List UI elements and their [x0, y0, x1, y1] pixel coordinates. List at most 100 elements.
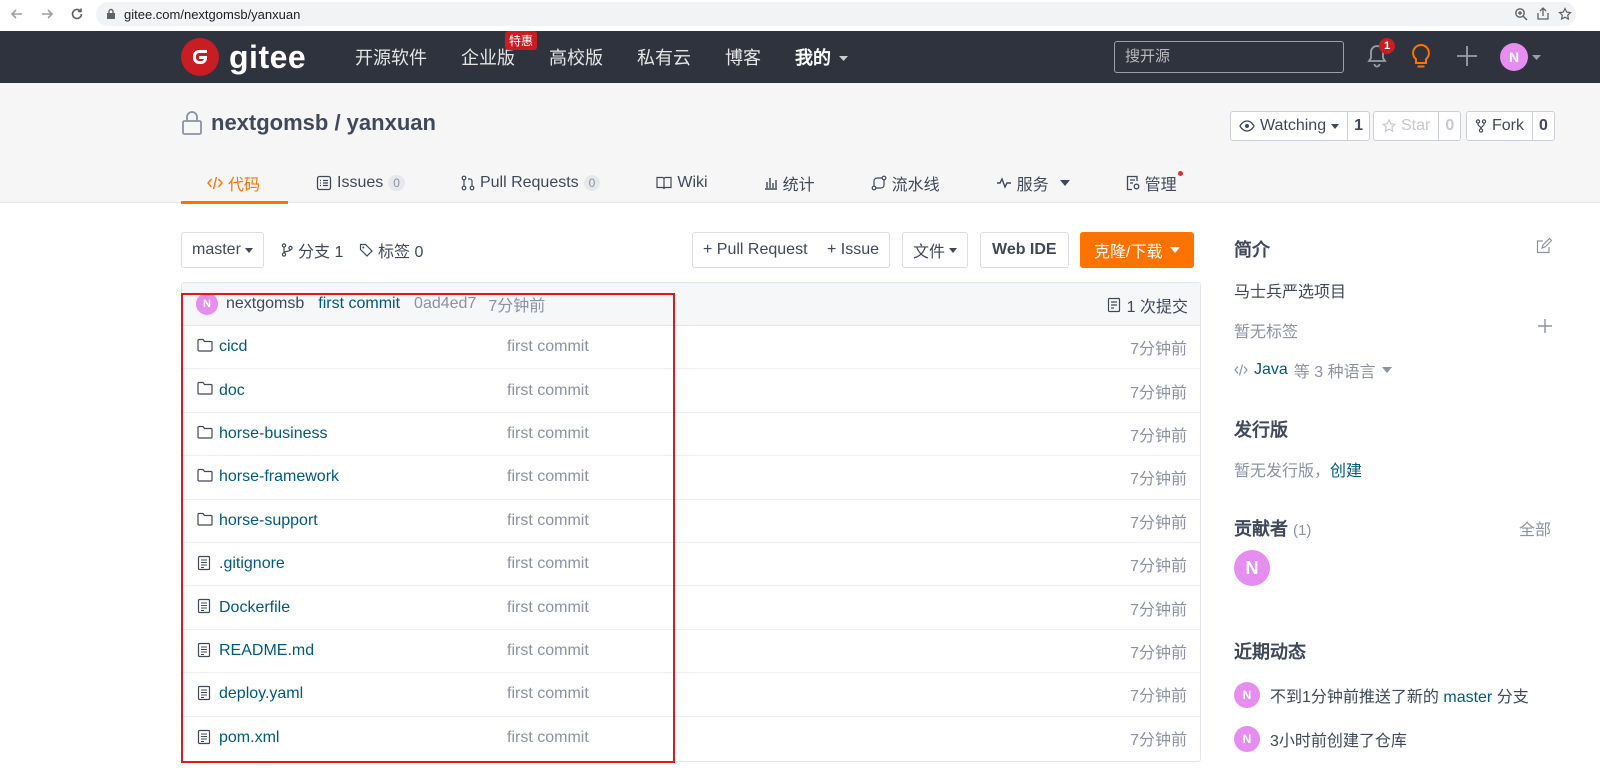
file-commit-message[interactable]: first commit [507, 468, 589, 486]
all-contributors-link[interactable]: 全部 [1519, 516, 1551, 540]
code-icon [1234, 364, 1248, 376]
activity-branch-link[interactable]: master [1443, 689, 1492, 706]
plus-icon[interactable] [1456, 45, 1478, 67]
file-commit-message[interactable]: first commit [507, 599, 589, 617]
user-avatar[interactable]: N [1500, 43, 1528, 71]
file-row[interactable]: deploy.yaml first commit 7分钟前 [182, 673, 1200, 717]
file-commit-message[interactable]: first commit [507, 729, 589, 747]
no-tags-text: 暂无标签 [1234, 324, 1299, 341]
nav-private-cloud[interactable]: 私有云 [637, 44, 691, 70]
issues-icon [316, 175, 332, 191]
commit-author[interactable]: nextgomsb [226, 295, 304, 313]
activity-avatar[interactable]: N [1234, 682, 1260, 708]
file-row[interactable]: Dockerfile first commit 7分钟前 [182, 586, 1200, 630]
file-commit-message[interactable]: first commit [507, 338, 589, 356]
fork-button[interactable]: Fork [1466, 111, 1533, 141]
file-commit-message[interactable]: first commit [507, 512, 589, 530]
file-name-link[interactable]: doc [219, 382, 245, 400]
clone-download-button[interactable]: 克隆/下载 [1080, 232, 1195, 268]
tab-services[interactable]: 服务 [968, 163, 1098, 203]
clone-download-label: 克隆/下载 [1094, 244, 1163, 261]
repo-description: 马士兵严选项目 [1234, 284, 1347, 301]
file-row[interactable]: .gitignore first commit 7分钟前 [182, 543, 1200, 587]
new-issue-button[interactable]: + Issue [817, 232, 891, 268]
bookmark-star-icon[interactable] [1558, 7, 1572, 21]
search-input[interactable]: 搜开源 [1114, 41, 1344, 73]
file-name-link[interactable]: horse-framework [219, 468, 339, 486]
address-bar[interactable]: gitee.com/nextgomsb/yanxuan [96, 2, 1576, 26]
file-commit-message[interactable]: first commit [507, 555, 589, 573]
languages-dropdown[interactable]: Java 等 3 种语言 [1234, 358, 1392, 382]
file-name-link[interactable]: horse-support [219, 512, 318, 530]
nav-education[interactable]: 高校版 [549, 44, 603, 70]
tab-wiki[interactable]: Wiki [628, 163, 735, 203]
file-commit-time: 7分钟前 [1130, 427, 1187, 445]
tags-link[interactable]: 标签 0 [359, 232, 423, 268]
add-tag-icon[interactable] [1538, 319, 1552, 333]
edit-icon[interactable] [1536, 238, 1552, 254]
nav-enterprise[interactable]: 企业版 特惠 [461, 31, 538, 70]
forward-icon[interactable] [34, 1, 60, 27]
watch-button[interactable]: Watching [1230, 111, 1349, 141]
branches-link[interactable]: 分支 1 [281, 232, 343, 268]
commits-count-link[interactable]: 1 次提交 [1107, 283, 1188, 326]
watch-count[interactable]: 1 [1348, 111, 1371, 141]
share-icon[interactable] [1536, 7, 1550, 21]
contributor-avatar[interactable]: N [1234, 550, 1270, 586]
new-pull-request-button[interactable]: + Pull Request [692, 232, 819, 268]
tab-stats[interactable]: 统计 [736, 163, 843, 203]
file-row[interactable]: horse-framework first commit 7分钟前 [182, 456, 1200, 500]
tab-code[interactable]: 代码 [181, 163, 289, 204]
tab-pipeline[interactable]: 流水线 [843, 163, 968, 203]
file-name-link[interactable]: README.md [219, 642, 314, 660]
file-name-link[interactable]: .gitignore [219, 555, 285, 573]
nav-blog[interactable]: 博客 [725, 44, 761, 70]
file-row[interactable]: pom.xml first commit 7分钟前 [182, 717, 1200, 760]
commit-message[interactable]: first commit [318, 295, 400, 313]
commit-sha[interactable]: 0ad4ed7 [414, 295, 476, 313]
lock-icon [106, 8, 116, 20]
file-row[interactable]: doc first commit 7分钟前 [182, 369, 1200, 413]
file-name-link[interactable]: horse-business [219, 425, 328, 443]
star-button[interactable]: Star [1373, 111, 1440, 141]
release-title: 发行版 [1234, 420, 1288, 440]
tab-issues-label: Issues [337, 174, 384, 191]
create-release-link[interactable]: 创建 [1330, 463, 1362, 480]
nav-mine[interactable]: 我的 [795, 44, 849, 70]
file-commit-message[interactable]: first commit [507, 642, 589, 660]
commit-author-avatar[interactable]: N [196, 293, 218, 315]
tab-issues[interactable]: Issues 0 [288, 163, 433, 203]
star-count[interactable]: 0 [1439, 111, 1462, 141]
activity-avatar[interactable]: N [1234, 726, 1260, 752]
tab-wiki-label: Wiki [677, 174, 708, 191]
file-row[interactable]: cicd first commit 7分钟前 [182, 326, 1200, 370]
zoom-icon[interactable] [1514, 7, 1528, 21]
branch-select[interactable]: master [181, 232, 264, 268]
site-header: gitee 开源软件 企业版 特惠 高校版 私有云 博客 我的 搜开源 1 N [0, 31, 1600, 83]
file-name-link[interactable]: cicd [219, 338, 247, 356]
back-icon[interactable] [4, 1, 30, 27]
avatar-chevron-down-icon[interactable] [1532, 55, 1541, 61]
file-name-link[interactable]: Dockerfile [219, 599, 290, 617]
file-commit-message[interactable]: first commit [507, 425, 589, 443]
browser-bar: gitee.com/nextgomsb/yanxuan [0, 0, 1600, 28]
tab-manage[interactable]: 管理 [1098, 163, 1205, 203]
file-menu-button[interactable]: 文件 [902, 232, 969, 268]
file-row[interactable]: horse-business first commit 7分钟前 [182, 413, 1200, 457]
file-name-link[interactable]: deploy.yaml [219, 685, 303, 703]
nav-open-source[interactable]: 开源软件 [355, 44, 427, 70]
fork-count[interactable]: 0 [1533, 111, 1555, 141]
tab-pull-requests[interactable]: Pull Requests 0 [433, 163, 628, 203]
file-commit-message[interactable]: first commit [507, 685, 589, 703]
commit-time: 7分钟前 [488, 298, 546, 315]
file-name-link[interactable]: pom.xml [219, 729, 279, 747]
web-ide-button[interactable]: Web IDE [980, 232, 1069, 268]
repo-name-link[interactable]: nextgomsb / yanxuan [211, 110, 436, 136]
gitee-logo[interactable]: gitee [181, 38, 306, 76]
file-commit-message[interactable]: first commit [507, 382, 589, 400]
file-commit-time: 7分钟前 [1130, 644, 1187, 662]
file-row[interactable]: README.md first commit 7分钟前 [182, 630, 1200, 674]
lightbulb-icon[interactable] [1410, 43, 1432, 71]
reload-icon[interactable] [64, 1, 90, 27]
file-row[interactable]: horse-support first commit 7分钟前 [182, 500, 1200, 543]
